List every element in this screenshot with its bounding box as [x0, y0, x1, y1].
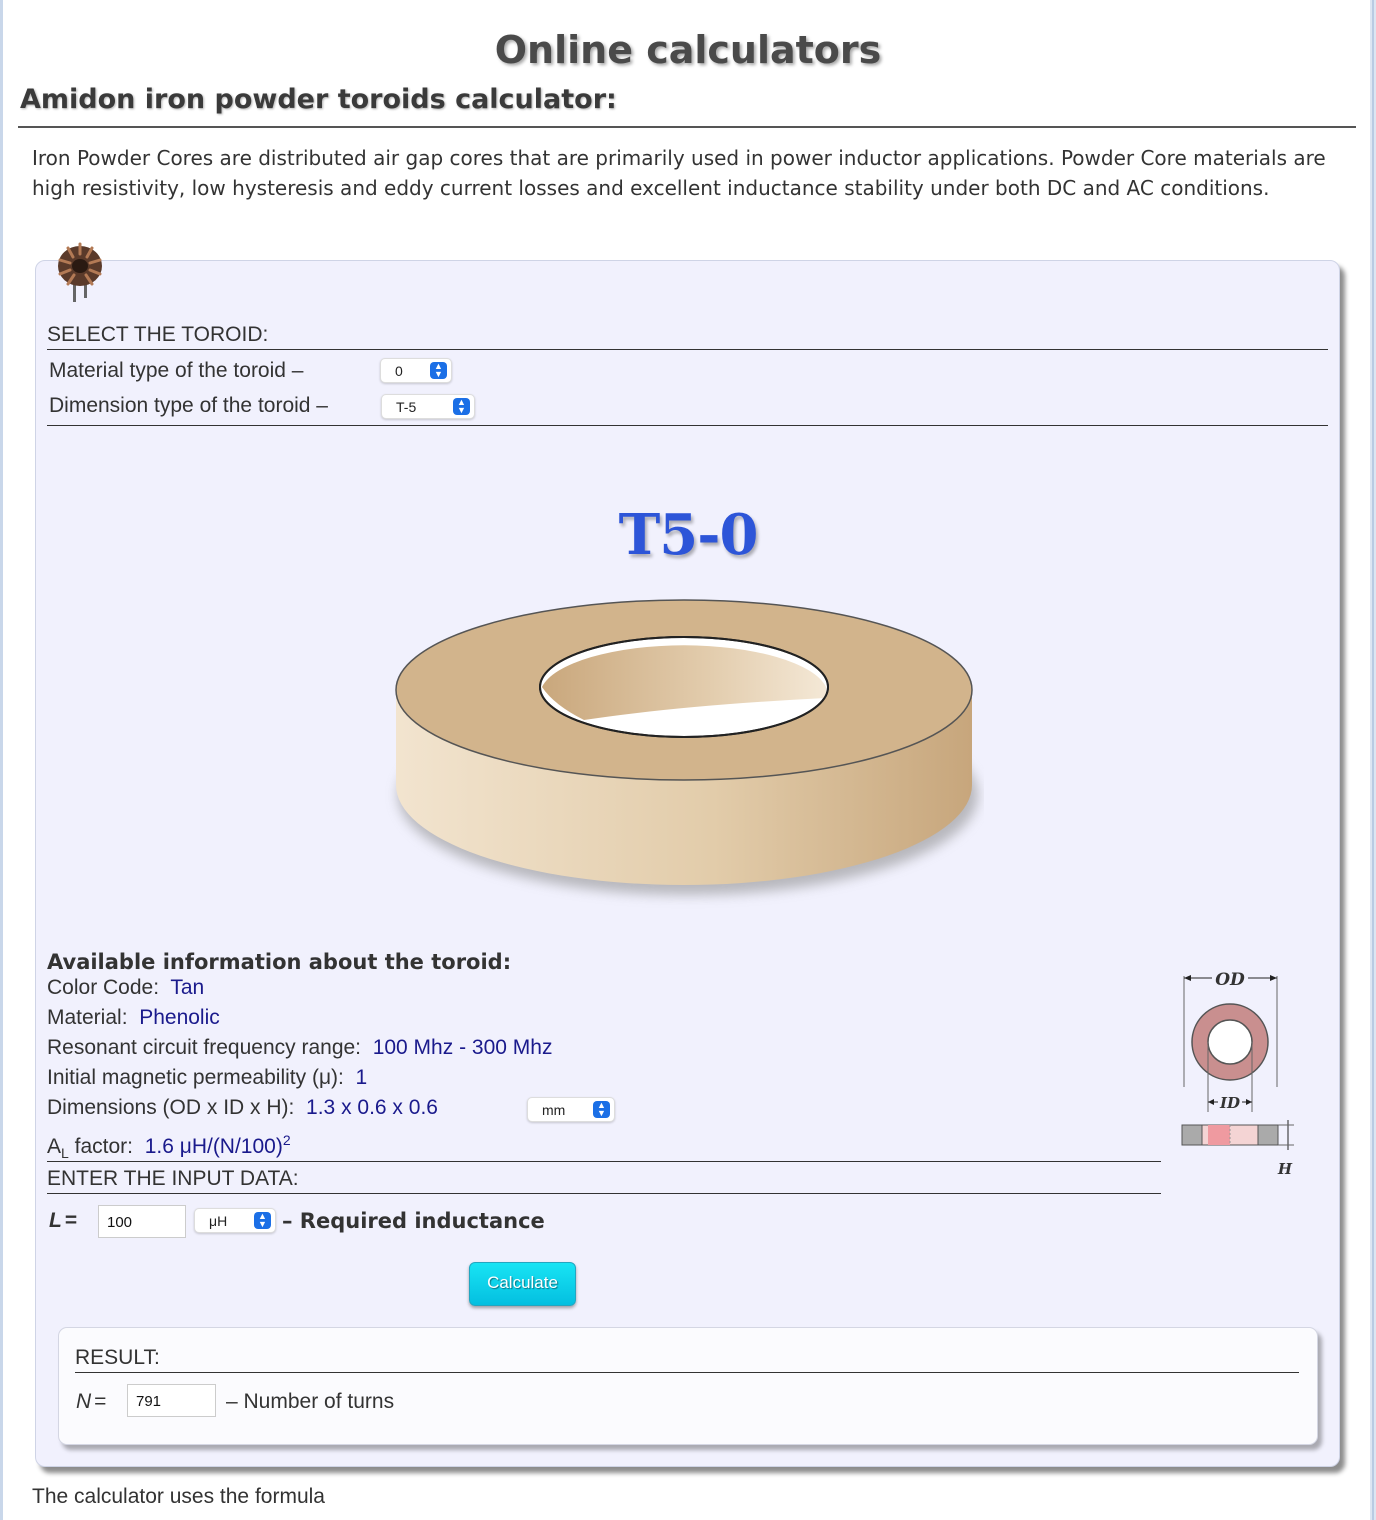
color-code-label: Color Code:	[47, 976, 160, 999]
title-divider	[18, 126, 1356, 128]
permeability-value: 1	[355, 1066, 368, 1089]
dimension-type-select[interactable]: T-5 ▲ ▼	[381, 394, 475, 419]
calculate-button[interactable]: Calculate	[469, 1262, 576, 1306]
al-factor-label: AL factor:	[47, 1135, 134, 1162]
toroid-name: T5-0	[618, 502, 759, 568]
material-value: Phenolic	[139, 1006, 220, 1029]
color-code-value: Tan	[170, 976, 205, 999]
dimensions-label: Dimensions (OD x ID x H):	[47, 1096, 295, 1119]
chevron-updown-icon: ▲ ▼	[453, 398, 470, 415]
inductance-input[interactable]: 100	[98, 1205, 186, 1238]
input-divider-top	[47, 1161, 1161, 1162]
h-label: H	[1277, 1160, 1293, 1178]
frequency-row: Resonant circuit frequency range: 100 Mh…	[47, 1036, 552, 1060]
turns-output[interactable]: 791	[127, 1384, 216, 1417]
material-type-select[interactable]: 0 ▲ ▼	[380, 358, 452, 383]
intro-paragraph: Iron Powder Cores are distributed air ga…	[32, 146, 1326, 200]
toroid-logo-icon	[58, 242, 102, 302]
inductance-description: – Required inductance	[282, 1209, 545, 1233]
info-heading: Available information about the toroid:	[47, 950, 512, 974]
dimension-type-label: Dimension type of the toroid –	[49, 394, 328, 417]
select-divider-top	[47, 349, 1328, 350]
material-row: Material: Phenolic	[47, 1006, 220, 1030]
al-factor-value: 1.6 μH/(N/100)2	[144, 1132, 291, 1158]
permeability-label: Initial magnetic permeability (μ):	[47, 1066, 344, 1089]
select-divider-bottom	[47, 425, 1328, 426]
dimensions-row: Dimensions (OD x ID x H): 1.3 x 0.6 x 0.…	[47, 1096, 438, 1120]
input-data-heading: ENTER THE INPUT DATA:	[47, 1167, 299, 1190]
dimensions-unit-select[interactable]: mm ▲ ▼	[527, 1097, 615, 1122]
al-factor-row: AL factor: 1.6 μH/(N/100)2	[47, 1132, 291, 1161]
chevron-updown-icon: ▲ ▼	[593, 1101, 610, 1118]
site-title: Online calculators	[494, 28, 882, 72]
toroid-dimensions-diagram: OD ID H	[1181, 970, 1294, 1178]
id-label: ID	[1219, 1094, 1240, 1112]
inductance-unit-value: μH	[209, 1213, 228, 1229]
od-label: OD	[1215, 970, 1245, 990]
inductance-unit-select[interactable]: μH ▲ ▼	[194, 1208, 276, 1233]
dimensions-unit-value: mm	[542, 1102, 566, 1118]
dimensions-value: 1.3 x 0.6 x 0.6	[306, 1096, 438, 1119]
formula-note: The calculator uses the formula	[32, 1485, 325, 1508]
result-divider	[75, 1372, 1299, 1373]
input-divider-bottom	[47, 1193, 1161, 1194]
toroid-illustration	[395, 599, 978, 895]
chevron-updown-icon: ▲ ▼	[430, 362, 447, 379]
frequency-label: Resonant circuit frequency range:	[47, 1036, 362, 1059]
material-type-value: 0	[395, 363, 403, 379]
color-code-row: Color Code: Tan	[47, 976, 204, 1000]
permeability-row: Initial magnetic permeability (μ): 1	[47, 1066, 367, 1090]
select-toroid-heading: SELECT THE TOROID:	[47, 323, 269, 346]
turns-description: – Number of turns	[226, 1390, 395, 1413]
chevron-updown-icon: ▲ ▼	[254, 1212, 271, 1229]
dimension-type-value: T-5	[396, 399, 417, 415]
left-page-border	[0, 0, 3, 1520]
result-heading: RESULT:	[75, 1346, 160, 1369]
material-type-label: Material type of the toroid –	[49, 359, 304, 382]
result-panel	[58, 1327, 1318, 1445]
frequency-value: 100 Mhz - 300 Mhz	[372, 1036, 553, 1059]
inductance-label: L =	[49, 1209, 78, 1232]
scrollbar[interactable]	[1370, 0, 1376, 1520]
material-label: Material:	[47, 1006, 128, 1029]
turns-label: N =	[76, 1390, 107, 1413]
calculator-title: Amidon iron powder toroids calculator:	[20, 84, 617, 115]
